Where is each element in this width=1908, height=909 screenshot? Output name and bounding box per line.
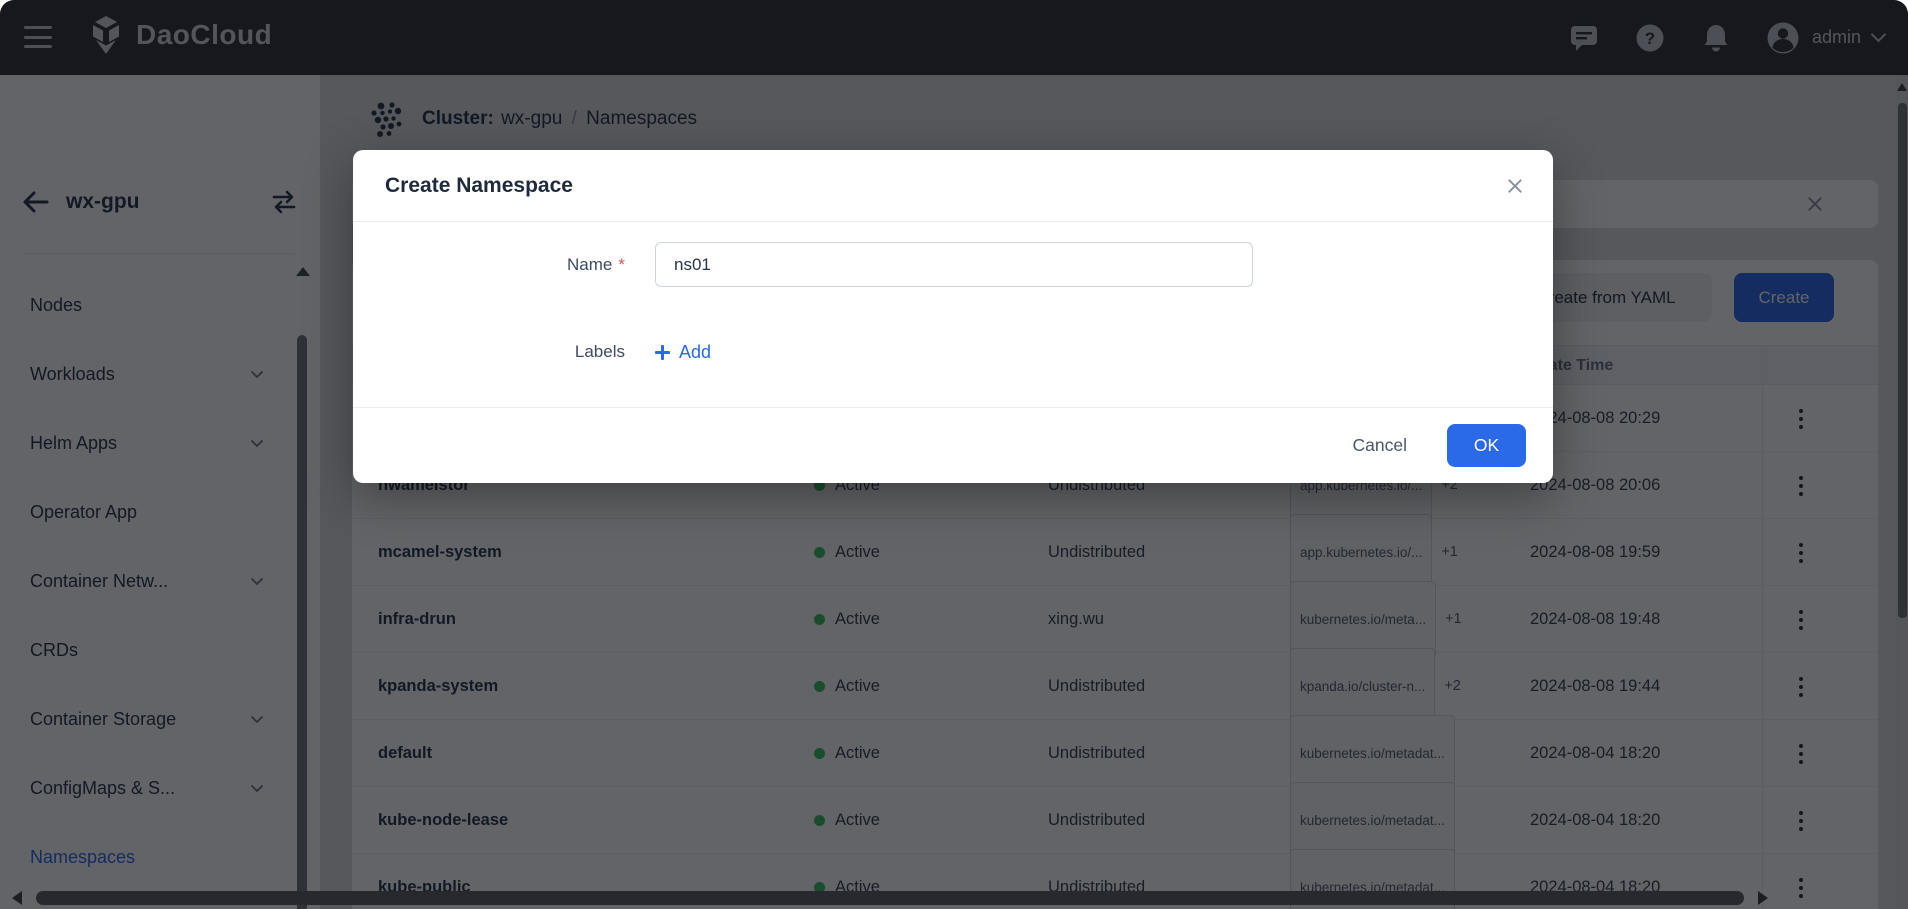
modal-title: Create Namespace <box>385 150 573 222</box>
plus-icon <box>655 345 670 360</box>
modal-footer: Cancel OK <box>353 407 1553 483</box>
labels-field-label: Labels <box>353 338 625 366</box>
name-field-label: Name* <box>353 242 625 287</box>
ok-button[interactable]: OK <box>1447 424 1526 467</box>
modal-body: Name* Labels Add <box>353 222 1553 407</box>
cancel-button[interactable]: Cancel <box>1353 435 1407 456</box>
required-mark: * <box>618 255 625 274</box>
add-label-text: Add <box>679 342 711 363</box>
app-window: DaoCloud ? <box>0 0 1908 909</box>
create-namespace-modal: Create Namespace Name* Labels Add Cancel… <box>353 150 1553 483</box>
add-label-button[interactable]: Add <box>655 338 711 366</box>
modal-header: Create Namespace <box>353 150 1553 222</box>
name-input[interactable] <box>655 242 1253 287</box>
modal-close-icon[interactable] <box>1507 178 1523 194</box>
